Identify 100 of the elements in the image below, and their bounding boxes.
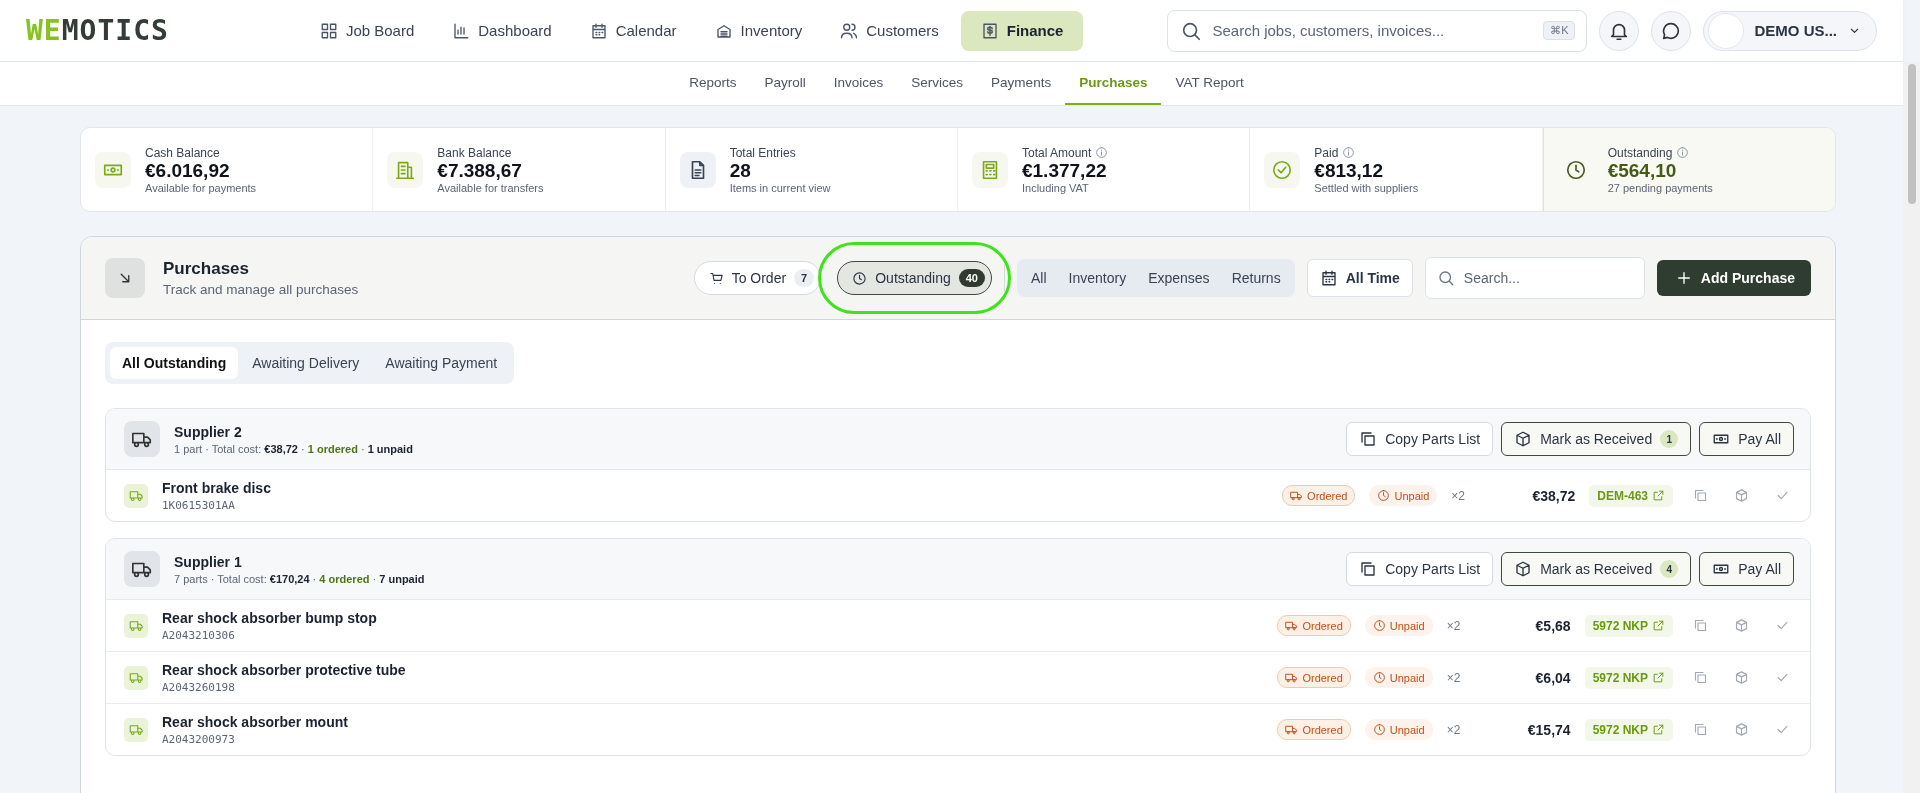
nav-item[interactable]: Customers (824, 10, 955, 51)
supplier-summary: 1 part · Total cost: €38,72 · 1 ordered · 1 unpaid (174, 442, 413, 455)
copy-icon (1693, 722, 1708, 737)
ordered-status-badge: Ordered (1277, 615, 1351, 636)
part-name: Rear shock absorber mount (162, 713, 348, 730)
sub-tab[interactable]: Awaiting Payment (373, 347, 510, 379)
stat-label: Outstanding (1607, 145, 1673, 160)
price: €15,74 (1526, 721, 1571, 738)
copy-icon (1693, 618, 1708, 633)
count-badge: 7 (794, 269, 815, 287)
stat-value: 28 (729, 159, 752, 182)
sub-tab[interactable]: Awaiting Delivery (240, 347, 372, 379)
supplier-name: Supplier 1 (174, 553, 243, 570)
copy-parts-button[interactable]: Copy Parts List (1346, 422, 1494, 456)
package-icon (1514, 560, 1533, 578)
info-icon[interactable] (1676, 146, 1690, 159)
external-link-icon (1652, 671, 1665, 684)
sub-nav-tab[interactable]: Reports (675, 62, 751, 105)
truck-icon (128, 670, 144, 685)
count-badge: 40 (958, 269, 985, 287)
supplier-name: Supplier 2 (174, 423, 243, 440)
copy-icon (1693, 488, 1708, 503)
copy-icon (1693, 670, 1708, 685)
pay-all-button[interactable]: Pay All (1699, 552, 1794, 586)
truck-icon (1285, 619, 1299, 632)
mark-received-button[interactable]: Mark as Received 1 (1501, 422, 1692, 456)
add-purchase-button[interactable]: Add Purchase (1656, 260, 1811, 296)
stat-note: 27 pending payments (1607, 181, 1713, 194)
grid-icon (319, 21, 338, 40)
user-menu-button[interactable]: DEMO US... (1703, 10, 1877, 51)
sub-nav-tab[interactable]: Invoices (819, 62, 898, 105)
stat-value: €813,12 (1314, 159, 1384, 182)
mark-received-button[interactable]: Mark as Received 4 (1501, 552, 1692, 586)
quantity: ×2 (1446, 670, 1462, 685)
count-badge: 1 (1660, 430, 1679, 448)
package-icon (1734, 722, 1749, 737)
external-link-icon (1652, 489, 1665, 502)
sub-nav-tab[interactable]: Services (897, 62, 978, 105)
part-name: Rear shock absorber bump stop (162, 609, 377, 626)
count-badge: 4 (1660, 560, 1679, 578)
avatar (1708, 12, 1745, 49)
clock-icon (1372, 723, 1386, 736)
package-icon (1734, 488, 1749, 503)
calendar-icon (589, 21, 608, 40)
type-filter-tab[interactable]: All (1020, 262, 1058, 294)
price: €38,72 (1531, 487, 1576, 504)
type-filter-tab[interactable]: Inventory (1057, 262, 1138, 294)
stat-value: €564,10 (1607, 159, 1678, 182)
truck-icon (128, 722, 144, 737)
nav-item[interactable]: Calendar (573, 10, 693, 51)
copy-icon (1359, 430, 1378, 448)
quantity: ×2 (1446, 722, 1462, 737)
truck-icon (1285, 723, 1299, 736)
part-number: A2043260198 (162, 680, 236, 694)
quantity: ×2 (1451, 488, 1466, 503)
ordered-status-badge: Ordered (1277, 719, 1351, 740)
sub-nav-tab[interactable]: VAT Report (1161, 62, 1258, 105)
info-icon[interactable] (1095, 146, 1109, 159)
stat-value: €6.016,92 (145, 159, 231, 182)
stat-value: €1.377,22 (1022, 159, 1108, 182)
unpaid-status-badge: Unpaid (1364, 667, 1433, 688)
stat-value: €7.388,67 (437, 159, 523, 182)
search-icon (1436, 269, 1455, 287)
filter-toggle[interactable]: Outstanding 40 (837, 261, 992, 295)
clock-icon (852, 270, 868, 286)
part-number: 1K0615301AA (162, 498, 236, 512)
shortcut-hint: ⌘K (1543, 20, 1576, 40)
external-link-icon (1652, 723, 1665, 736)
section-title: Purchases (163, 259, 250, 279)
nav-item[interactable]: Dashboard (436, 10, 568, 51)
nav-item[interactable]: Finance (960, 10, 1084, 51)
sub-nav-tab[interactable]: Payments (977, 62, 1066, 105)
unpaid-status-badge: Unpaid (1364, 719, 1433, 740)
sub-nav-tab[interactable]: Payroll (750, 62, 820, 105)
stat-note: Including VAT (1022, 181, 1090, 194)
part-name: Rear shock absorber protective tube (162, 661, 406, 678)
stat-note: Available for payments (145, 181, 257, 194)
info-icon[interactable] (1342, 146, 1356, 159)
pay-all-button[interactable]: Pay All (1699, 422, 1794, 456)
stat-label: Total Amount (1022, 145, 1092, 160)
period-button[interactable]: All Time (1306, 259, 1413, 297)
external-link-icon (1652, 619, 1665, 632)
stat-label: Bank Balance (437, 145, 512, 160)
nav-item[interactable]: Job Board (303, 10, 431, 51)
ordered-status-badge: Ordered (1277, 667, 1351, 688)
nav-item[interactable]: Inventory (698, 10, 819, 51)
package-icon (1734, 670, 1749, 685)
users-icon (840, 21, 859, 40)
type-filter-tab[interactable]: Returns (1220, 262, 1292, 294)
copy-parts-button[interactable]: Copy Parts List (1346, 552, 1494, 586)
logo[interactable]: WEMOTICS (26, 14, 169, 47)
package-icon (1734, 618, 1749, 633)
sub-tab[interactable]: All Outstanding (110, 347, 239, 379)
type-filter-tab[interactable]: Expenses (1137, 262, 1221, 294)
scrollbar[interactable] (1903, 62, 1920, 793)
unpaid-status-badge: Unpaid (1369, 485, 1438, 506)
search-field[interactable]: Search... (1424, 257, 1645, 299)
calendar-icon (1319, 269, 1338, 287)
clock-icon (1377, 489, 1391, 502)
dollar-icon (980, 21, 999, 40)
